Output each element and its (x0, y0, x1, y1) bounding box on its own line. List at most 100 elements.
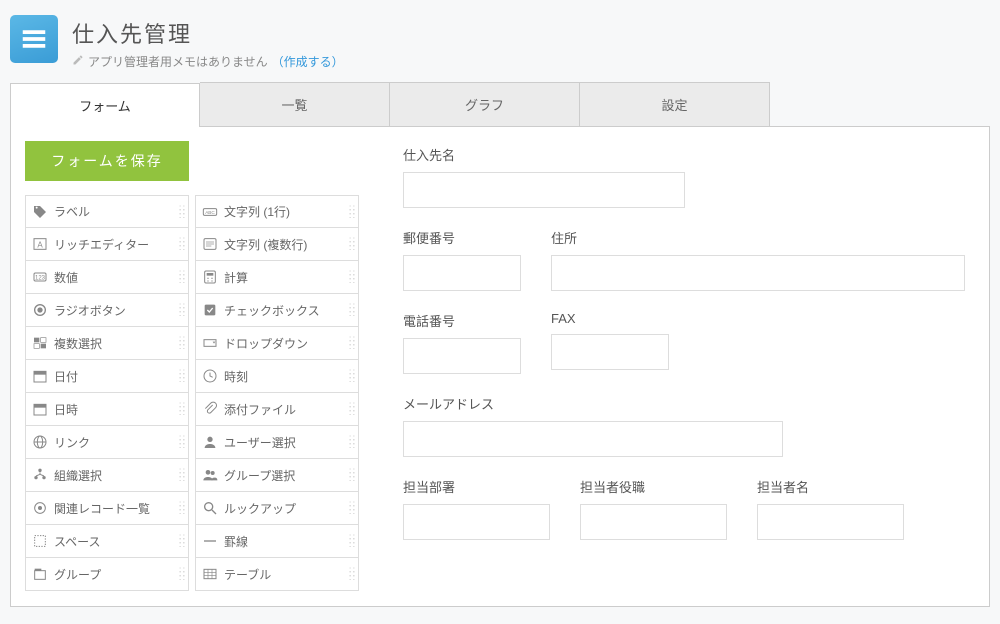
palette-item-label: グループ (54, 566, 178, 583)
palette-item-calendar[interactable]: 日時∷∷∷ (25, 393, 189, 426)
grip-icon: ∷∷∷ (348, 206, 358, 218)
space-icon (26, 533, 54, 549)
palette-item-hr[interactable]: 罫線∷∷∷ (195, 525, 359, 558)
palette-item-lookup[interactable]: ルックアップ∷∷∷ (195, 492, 359, 525)
palette-item-clock[interactable]: 時刻∷∷∷ (195, 360, 359, 393)
tab-graph[interactable]: グラフ (390, 82, 580, 126)
palette-item-label: スペース (54, 533, 178, 550)
field-phone[interactable]: 電話番号 (403, 311, 521, 374)
palette-item-radio[interactable]: ラジオボタン∷∷∷ (25, 294, 189, 327)
field-postal[interactable]: 郵便番号 (403, 228, 521, 291)
tab-content-form: フォームを保存 ラベル∷∷∷Aリッチエディター∷∷∷123数値∷∷∷ラジオボタン… (10, 127, 990, 607)
field-email[interactable]: メールアドレス (403, 394, 783, 457)
left-panel: フォームを保存 ラベル∷∷∷Aリッチエディター∷∷∷123数値∷∷∷ラジオボタン… (25, 141, 365, 592)
palette-item-abc[interactable]: ABC 文字列 (1行)∷∷∷ (195, 195, 359, 228)
palette-item-label: 組織選択 (54, 467, 178, 484)
field-supplier-name[interactable]: 仕入先名 (403, 145, 685, 208)
palette-item-globe[interactable]: リンク∷∷∷ (25, 426, 189, 459)
palette-item-abc-multi[interactable]: 文字列 (複数行)∷∷∷ (195, 228, 359, 261)
input-fax[interactable] (551, 334, 669, 370)
label-title-role: 担当者役職 (580, 477, 727, 496)
palette-item-text-a[interactable]: Aリッチエディター∷∷∷ (25, 228, 189, 261)
lookup-icon (196, 500, 224, 516)
label-contact-name: 担当者名 (757, 477, 904, 496)
palette-item-group[interactable]: グループ∷∷∷ (25, 558, 189, 591)
palette-item-label: 複数選択 (54, 335, 178, 352)
form-canvas: 仕入先名 郵便番号 住所 電話番号 (383, 141, 975, 592)
palette-item-attach[interactable]: 添付ファイル∷∷∷ (195, 393, 359, 426)
palette-item-label: ラベル (54, 203, 178, 220)
grip-icon: ∷∷∷ (178, 535, 188, 547)
users-icon (196, 467, 224, 483)
save-form-button[interactable]: フォームを保存 (25, 141, 189, 181)
grip-icon: ∷∷∷ (348, 370, 358, 382)
app-title: 仕入先管理 (72, 17, 990, 49)
grip-icon: ∷∷∷ (178, 568, 188, 580)
tab-form[interactable]: フォーム (10, 83, 200, 127)
palette-item-label: ドロップダウン (224, 335, 348, 352)
grip-icon: ∷∷∷ (348, 535, 358, 547)
grip-icon: ∷∷∷ (348, 337, 358, 349)
palette-item-org[interactable]: 組織選択∷∷∷ (25, 459, 189, 492)
admin-memo-text: アプリ管理者用メモはありません (88, 53, 268, 70)
palette-item-tag[interactable]: ラベル∷∷∷ (25, 195, 189, 228)
palette-item-calendar[interactable]: 日付∷∷∷ (25, 360, 189, 393)
svg-text:A: A (37, 240, 43, 249)
grip-icon: ∷∷∷ (348, 469, 358, 481)
input-phone[interactable] (403, 338, 521, 374)
palette-item-record[interactable]: 関連レコード一覧∷∷∷ (25, 492, 189, 525)
input-title-role[interactable] (580, 504, 727, 540)
grip-icon: ∷∷∷ (178, 469, 188, 481)
grip-icon: ∷∷∷ (178, 502, 188, 514)
palette-item-label: 文字列 (1行) (224, 203, 348, 220)
palette-item-user[interactable]: ユーザー選択∷∷∷ (195, 426, 359, 459)
field-address[interactable]: 住所 (551, 228, 965, 291)
multiselect-icon (26, 335, 54, 351)
label-supplier-name: 仕入先名 (403, 145, 685, 164)
grip-icon: ∷∷∷ (348, 403, 358, 415)
field-fax[interactable]: FAX (551, 311, 669, 374)
palette-item-label: ラジオボタン (54, 302, 178, 319)
palette-item-checkbox[interactable]: チェックボックス∷∷∷ (195, 294, 359, 327)
palette-item-calc[interactable]: 計算∷∷∷ (195, 261, 359, 294)
input-contact-name[interactable] (757, 504, 904, 540)
palette-item-label: 関連レコード一覧 (54, 500, 178, 517)
grip-icon: ∷∷∷ (178, 370, 188, 382)
input-supplier-name[interactable] (403, 172, 685, 208)
globe-icon (26, 434, 54, 450)
abc-icon: ABC (196, 204, 224, 220)
palette-item-label: ルックアップ (224, 500, 348, 517)
clock-icon (196, 368, 224, 384)
palette-item-table[interactable]: テーブル∷∷∷ (195, 558, 359, 591)
palette-item-multiselect[interactable]: 複数選択∷∷∷ (25, 327, 189, 360)
create-memo-link[interactable]: （作成する） (272, 53, 344, 70)
palette-column-1: ラベル∷∷∷Aリッチエディター∷∷∷123数値∷∷∷ラジオボタン∷∷∷複数選択∷… (25, 195, 189, 591)
record-icon (26, 500, 54, 516)
grip-icon: ∷∷∷ (178, 271, 188, 283)
field-contact-name[interactable]: 担当者名 (757, 477, 904, 540)
dropdown-icon (196, 335, 224, 351)
grip-icon: ∷∷∷ (348, 568, 358, 580)
label-email: メールアドレス (403, 394, 783, 413)
grip-icon: ∷∷∷ (348, 271, 358, 283)
palette-item-label: 計算 (224, 269, 348, 286)
palette-item-dropdown[interactable]: ドロップダウン∷∷∷ (195, 327, 359, 360)
tab-settings[interactable]: 設定 (580, 82, 770, 126)
palette-item-space[interactable]: スペース∷∷∷ (25, 525, 189, 558)
grip-icon: ∷∷∷ (178, 337, 188, 349)
input-email[interactable] (403, 421, 783, 457)
input-address[interactable] (551, 255, 965, 291)
palette-item-label: グループ選択 (224, 467, 348, 484)
field-title-role[interactable]: 担当者役職 (580, 477, 727, 540)
palette-column-2: ABC文字列 (1行)∷∷∷文字列 (複数行)∷∷∷計算∷∷∷チェックボックス∷… (195, 195, 359, 591)
checkbox-icon (196, 302, 224, 318)
input-dept[interactable] (403, 504, 550, 540)
svg-text:ABC: ABC (205, 210, 215, 215)
grip-icon: ∷∷∷ (348, 502, 358, 514)
grip-icon: ∷∷∷ (348, 436, 358, 448)
input-postal[interactable] (403, 255, 521, 291)
tab-list[interactable]: 一覧 (200, 82, 390, 126)
palette-item-users[interactable]: グループ選択∷∷∷ (195, 459, 359, 492)
palette-item-number[interactable]: 123数値∷∷∷ (25, 261, 189, 294)
field-dept[interactable]: 担当部署 (403, 477, 550, 540)
